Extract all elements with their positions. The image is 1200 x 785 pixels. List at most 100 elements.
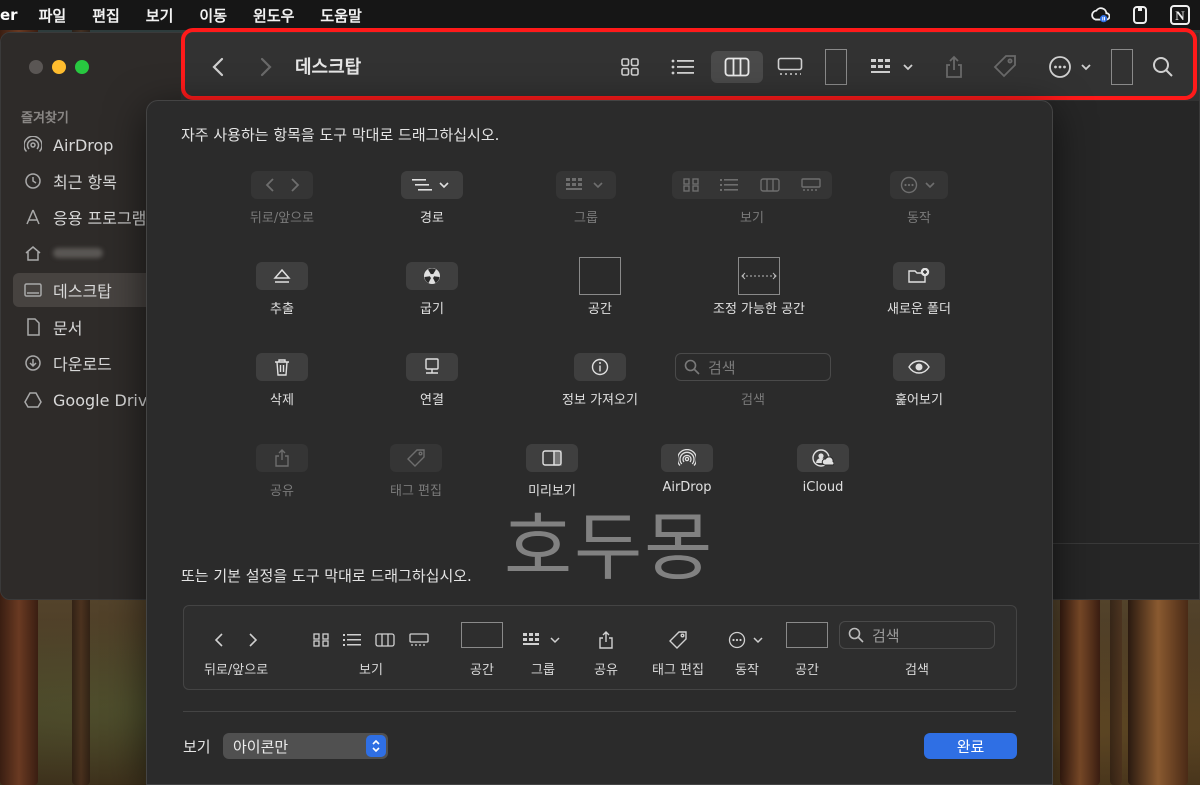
- default-back-forward: 뒤로/앞으로: [204, 606, 268, 691]
- sheet-heading: 자주 사용하는 항목을 도구 막대로 드래그하십시오.: [181, 126, 500, 144]
- space-icon: [786, 622, 828, 648]
- item-label: 경로: [420, 211, 444, 226]
- view-gallery-button[interactable]: [775, 51, 805, 83]
- status-area: N: [1080, 0, 1200, 30]
- search-field-preview: 검색: [675, 353, 831, 381]
- zoom-button[interactable]: [75, 60, 89, 74]
- menu-file[interactable]: 파일: [26, 5, 80, 26]
- minimize-button[interactable]: [52, 60, 66, 74]
- share-icon: [946, 55, 962, 78]
- group-icon: [871, 59, 913, 73]
- default-space: 공간: [460, 606, 504, 691]
- app-menu[interactable]: er: [0, 6, 26, 24]
- back-button[interactable]: [205, 51, 231, 83]
- default-view: 보기: [296, 606, 446, 691]
- sidebar-item-label: Google Drive: [53, 390, 158, 410]
- download-icon: [23, 353, 43, 373]
- default-action: 동작: [724, 606, 770, 691]
- item-label: iCloud: [802, 480, 844, 495]
- forward-button[interactable]: [253, 51, 279, 83]
- updown-chevron-icon: [366, 735, 386, 757]
- default-item-label: 태그 편집: [652, 663, 704, 678]
- notion-icon[interactable]: N: [1170, 5, 1190, 25]
- toolbar-space: [825, 49, 847, 85]
- done-button[interactable]: 완료: [924, 733, 1017, 759]
- item-quick-look[interactable]: 훑어보기: [877, 353, 961, 408]
- group-icon: [556, 171, 616, 199]
- group-button[interactable]: [867, 51, 917, 83]
- more-actions-icon: [724, 631, 770, 649]
- item-icloud[interactable]: iCloud: [791, 444, 855, 495]
- search-button[interactable]: [1151, 51, 1175, 83]
- burn-icon: [406, 262, 458, 290]
- tag-icon: [390, 444, 442, 472]
- item-label: 훑어보기: [895, 393, 943, 408]
- applications-icon: [23, 207, 43, 227]
- icloud-icon: [797, 444, 849, 472]
- item-flexible-space[interactable]: 조정 가능한 공간: [703, 257, 815, 317]
- item-label: 새로운 폴더: [887, 302, 951, 317]
- item-eject[interactable]: 추출: [241, 262, 323, 317]
- default-item-label: 동작: [735, 663, 759, 678]
- item-view[interactable]: 보기: [671, 171, 833, 226]
- view-icon: [672, 171, 832, 199]
- menu-window[interactable]: 윈도우: [240, 5, 307, 26]
- default-item-label: 보기: [359, 663, 383, 678]
- document-icon: [23, 317, 43, 337]
- item-label: 동작: [907, 211, 931, 226]
- item-path[interactable]: 경로: [391, 171, 473, 226]
- default-toolbar-set[interactable]: 뒤로/앞으로 보기 공간 그룹 공유 태그 편집 동작 공간 검색 검색: [183, 605, 1017, 690]
- item-label: 연결: [420, 393, 444, 408]
- action-button[interactable]: [1047, 51, 1095, 83]
- view-columns-button[interactable]: [711, 51, 763, 83]
- item-new-folder[interactable]: 새로운 폴더: [877, 262, 961, 317]
- item-share[interactable]: 공유: [241, 444, 323, 499]
- item-label: 그룹: [574, 211, 598, 226]
- view-list-button[interactable]: [669, 51, 697, 83]
- show-select[interactable]: 아이콘만: [223, 733, 388, 759]
- item-connect[interactable]: 연결: [401, 353, 463, 408]
- item-search[interactable]: 검색 검색: [675, 353, 831, 408]
- menu-edit[interactable]: 편집: [79, 5, 133, 26]
- item-label: 뒤로/앞으로: [249, 211, 315, 226]
- view-icons-button[interactable]: [617, 51, 643, 83]
- item-preview[interactable]: 미리보기: [525, 444, 579, 499]
- default-space: 공간: [786, 606, 828, 691]
- item-burn[interactable]: 굽기: [401, 262, 463, 317]
- default-set-heading: 또는 기본 설정을 도구 막대로 드래그하십시오.: [181, 567, 472, 585]
- search-icon: [684, 359, 700, 375]
- item-get-info[interactable]: 정보 가져오기: [531, 353, 669, 408]
- search-field-preview-box: 검색: [839, 621, 995, 649]
- group-icon: [518, 631, 568, 649]
- chevron-right-icon: [260, 57, 272, 77]
- item-airdrop[interactable]: AirDrop: [655, 444, 719, 495]
- item-label: 보기: [740, 211, 764, 226]
- sidebar-item-label: 데스크탑: [53, 282, 112, 301]
- sidebar-item-label: 응용 프로그램: [53, 209, 147, 228]
- item-back-forward[interactable]: 뒤로/앞으로: [241, 171, 323, 226]
- columns-icon: [724, 57, 750, 77]
- item-label: 검색: [741, 393, 765, 408]
- item-action[interactable]: 동작: [879, 171, 959, 226]
- path-icon: [401, 171, 463, 199]
- creative-cloud-icon[interactable]: [1090, 5, 1110, 25]
- menu-go[interactable]: 이동: [186, 5, 240, 26]
- item-group[interactable]: 그룹: [545, 171, 627, 226]
- share-button[interactable]: [943, 51, 965, 83]
- default-item-label: 검색: [905, 663, 929, 678]
- default-item-label: 공유: [594, 663, 618, 678]
- item-edit-tags[interactable]: 태그 편집: [381, 444, 451, 499]
- toolbar-space: [1111, 49, 1133, 85]
- close-button[interactable]: [29, 60, 43, 74]
- edit-tags-button[interactable]: [991, 51, 1019, 83]
- clock-icon: [23, 171, 43, 191]
- menu-view[interactable]: 보기: [133, 5, 187, 26]
- window-controls: [29, 60, 89, 74]
- item-space[interactable]: 공간: [567, 257, 633, 317]
- item-delete[interactable]: 삭제: [241, 353, 323, 408]
- item-label: 굽기: [420, 302, 444, 317]
- menu-bar: er 파일 편집 보기 이동 윈도우 도움말 N: [0, 0, 1200, 30]
- default-share: 공유: [590, 606, 622, 691]
- menu-help[interactable]: 도움말: [307, 5, 374, 26]
- clipboard-icon[interactable]: [1130, 5, 1150, 25]
